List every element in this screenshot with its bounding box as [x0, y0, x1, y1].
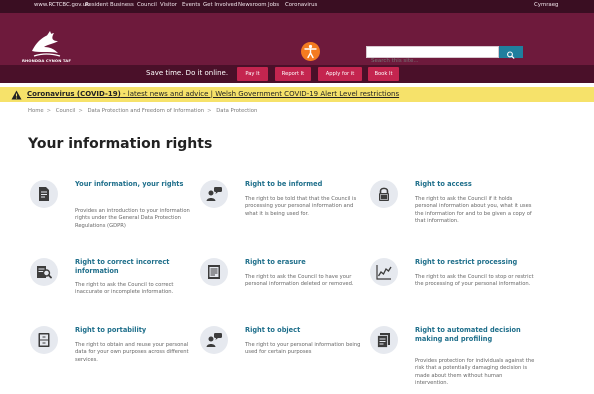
online-tagline: Save time. Do it online. [146, 69, 229, 77]
top-nav-resident[interactable]: Resident [85, 2, 108, 8]
top-nav-jobs[interactable]: Jobs [268, 2, 279, 8]
cabinet-icon [38, 333, 50, 347]
card-description: Provides protection for individuals agai… [415, 358, 535, 386]
page-title: Your information rights [28, 136, 213, 152]
search-field[interactable] [366, 46, 499, 66]
dragon-logo-icon [32, 31, 61, 57]
covid-alert-link[interactable]: Coronavirus (COVID-19) - latest news and… [27, 90, 399, 98]
list-document-icon [208, 265, 220, 279]
language-toggle[interactable]: Cymraeg [534, 2, 558, 8]
logo-text: RHONDDA CYNON TAF [22, 58, 72, 63]
book-it-button[interactable]: Book It [368, 67, 399, 81]
top-nav-home-link[interactable]: www.RCTCBC.gov.uk [34, 2, 89, 8]
card-description: Provides an introduction to your informa… [75, 208, 190, 229]
top-nav-events[interactable]: Events [182, 2, 200, 8]
card-description: The right to your personal information b… [245, 342, 361, 356]
card-description: The right to ask the Council to stop or … [415, 274, 534, 288]
apply-for-it-button[interactable]: Apply for it [318, 67, 362, 81]
covid-alert-rest: - latest news and advice | Welsh Governm… [120, 90, 400, 98]
site-header: RHONDDA CYNON TAF [0, 13, 594, 66]
card-title[interactable]: Right to portability [75, 326, 195, 335]
breadcrumb-council[interactable]: Council [56, 108, 76, 114]
top-nav-council[interactable]: Council [137, 2, 157, 8]
documents-icon [377, 333, 390, 348]
top-nav-get-involved[interactable]: Get Involved [203, 2, 237, 8]
person-speech-icon [206, 187, 222, 201]
card-description: The right to ask the Council to have you… [245, 274, 354, 288]
card-title[interactable]: Right to be informed [245, 180, 365, 189]
accessibility-button[interactable] [301, 42, 320, 61]
person-speech-icon [206, 333, 222, 347]
accessibility-icon [304, 44, 317, 59]
card-title[interactable]: Right to object [245, 326, 365, 335]
card-description: The right to ask the Council if it holds… [415, 196, 532, 224]
covid-alert-bold: Coronavirus (COVID-19) [27, 90, 121, 98]
card-title[interactable]: Right to correct incorrect information [75, 258, 195, 276]
card-icon-circle [370, 326, 398, 354]
card-description: The right to ask the Council to correct … [75, 282, 174, 296]
card-title[interactable]: Right to erasure [245, 258, 365, 267]
card-title[interactable]: Right to automated decision making and p… [415, 326, 535, 344]
report-it-button[interactable]: Report It [275, 67, 311, 81]
top-nav-newsroom[interactable]: Newsroom [238, 2, 267, 8]
card-icon-circle [200, 180, 228, 208]
search-document-icon [37, 266, 52, 279]
covid-alert-banner: Coronavirus (COVID-19) - latest news and… [0, 87, 594, 102]
card-title[interactable]: Right to restrict processing [415, 258, 535, 267]
warning-icon [11, 90, 22, 100]
online-services-bar: Save time. Do it online. Pay It Report I… [0, 65, 594, 83]
lock-icon [379, 187, 389, 201]
card-icon-circle [200, 258, 228, 286]
card-icon-circle [370, 258, 398, 286]
card-icon-circle [30, 180, 58, 208]
top-nav-visitor[interactable]: Visitor [160, 2, 177, 8]
card-icon-circle [200, 326, 228, 354]
top-nav-business[interactable]: Business [110, 2, 134, 8]
card-title[interactable]: Your information, your rights [75, 180, 195, 189]
breadcrumb-data-protection-foi[interactable]: Data Protection and Freedom of Informati… [87, 108, 204, 114]
document-icon [39, 187, 49, 201]
card-icon-circle [30, 258, 58, 286]
top-nav-coronavirus[interactable]: Coronavirus [285, 2, 317, 8]
breadcrumb-home[interactable]: Home [28, 108, 44, 114]
card-icon-circle [30, 326, 58, 354]
card-description: The right to be told that that the Counc… [245, 196, 357, 217]
card-icon-circle [370, 180, 398, 208]
search-icon [507, 51, 515, 59]
card-title[interactable]: Right to access [415, 180, 535, 189]
breadcrumb: Home > Council > Data Protection and Freed… [28, 108, 258, 114]
line-chart-icon [376, 265, 392, 280]
top-navigation: www.RCTCBC.gov.uk Resident Business Coun… [0, 0, 594, 13]
breadcrumb-current: Data Protection [216, 108, 258, 114]
pay-it-button[interactable]: Pay It [237, 67, 268, 81]
card-description: The right to obtain and reuse your perso… [75, 342, 189, 363]
search-button[interactable] [499, 46, 523, 59]
